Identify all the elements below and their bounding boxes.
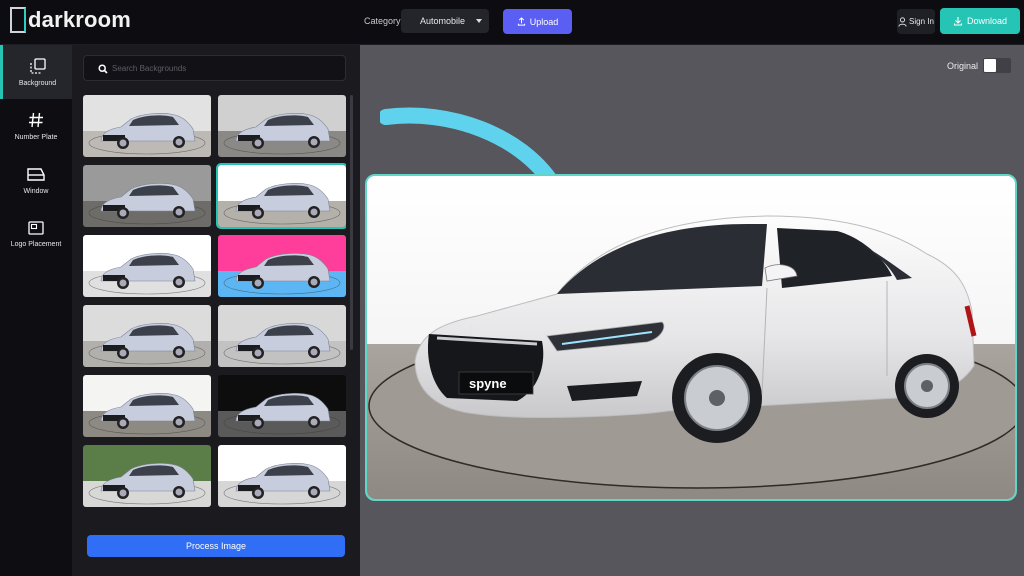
download-label: Download [966,16,1008,26]
background-thumbnail[interactable] [83,235,211,297]
caret-down-icon [476,19,482,23]
background-thumbnail[interactable] [218,305,346,367]
thumbnail-image [83,95,211,157]
thumbnail-image [83,165,211,227]
hash-icon [29,112,43,127]
panel-scrollbar[interactable] [350,95,353,350]
sign-in-label: Sign In [909,17,934,26]
thumbnail-image [218,375,346,437]
original-toggle[interactable] [983,58,1011,73]
main-image-preview[interactable]: spyne H [365,174,1017,501]
user-icon [898,16,907,27]
thumbnail-image [83,235,211,297]
search-box[interactable] [83,55,346,81]
logo[interactable]: darkroom [10,7,131,33]
background-thumbnail[interactable] [218,375,346,437]
app-title: darkroom [28,7,132,32]
thumbnail-image [218,95,346,157]
background-thumbnail[interactable] [83,165,211,227]
window-icon [27,167,45,181]
toggle-knob [984,59,996,72]
svg-text:H: H [469,321,479,337]
background-grid [83,95,346,547]
original-label: Original [947,61,979,71]
background-icon [29,57,46,74]
thumbnail-image [83,375,211,437]
thumbnail-image [218,235,346,297]
category-select[interactable]: Automobile [401,9,489,33]
upload-label: Upload [529,16,559,27]
sign-in-button[interactable]: Sign In [897,9,935,34]
background-thumbnail[interactable] [83,95,211,157]
background-thumbnail[interactable] [218,235,346,297]
background-thumbnail[interactable] [218,445,346,507]
upload-button[interactable]: Upload [503,9,572,34]
search-input[interactable] [112,63,312,73]
download-button[interactable]: Download [940,8,1020,34]
download-icon [953,17,963,26]
rail-item-window[interactable]: Window [0,153,72,207]
background-thumbnail[interactable] [216,163,346,229]
background-thumbnail[interactable] [83,375,211,437]
tool-rail: Background Number Plate Window Logo Plac… [0,45,72,576]
top-bar: darkroom Category: Automobile Upload Sig… [0,0,1024,45]
process-image-button[interactable]: Process Image [87,535,345,557]
thumbnail-image [83,445,211,507]
category-value: Automobile [420,16,466,26]
thumbnail-image [218,305,346,367]
rail-label-number-plate: Number Plate [14,133,58,141]
app: darkroom Category: Automobile Upload Sig… [0,0,1024,576]
background-thumbnail[interactable] [83,445,211,507]
rail-item-number-plate[interactable]: Number Plate [0,99,72,153]
car-image: spyne H [367,176,1015,499]
rail-label-logo-placement: Logo Placement [10,240,62,248]
rail-item-background[interactable]: Background [0,45,72,99]
upload-icon [517,17,525,26]
plate-text: spyne [469,376,507,391]
search-icon [98,64,108,74]
rail-label-window: Window [23,187,49,195]
category-label: Category: [364,16,404,26]
thumbnail-image [218,165,346,227]
logo-icon [10,7,26,33]
backgrounds-panel: Process Image [72,45,360,576]
rail-item-logo-placement[interactable]: Logo Placement [0,207,72,261]
background-thumbnail[interactable] [218,95,346,157]
process-image-label: Process Image [185,541,247,551]
background-thumbnail[interactable] [83,305,211,367]
thumbnail-image [218,445,346,507]
logo-placement-icon [28,220,44,235]
rail-label-background: Background [18,79,57,87]
thumbnail-image [83,305,211,367]
